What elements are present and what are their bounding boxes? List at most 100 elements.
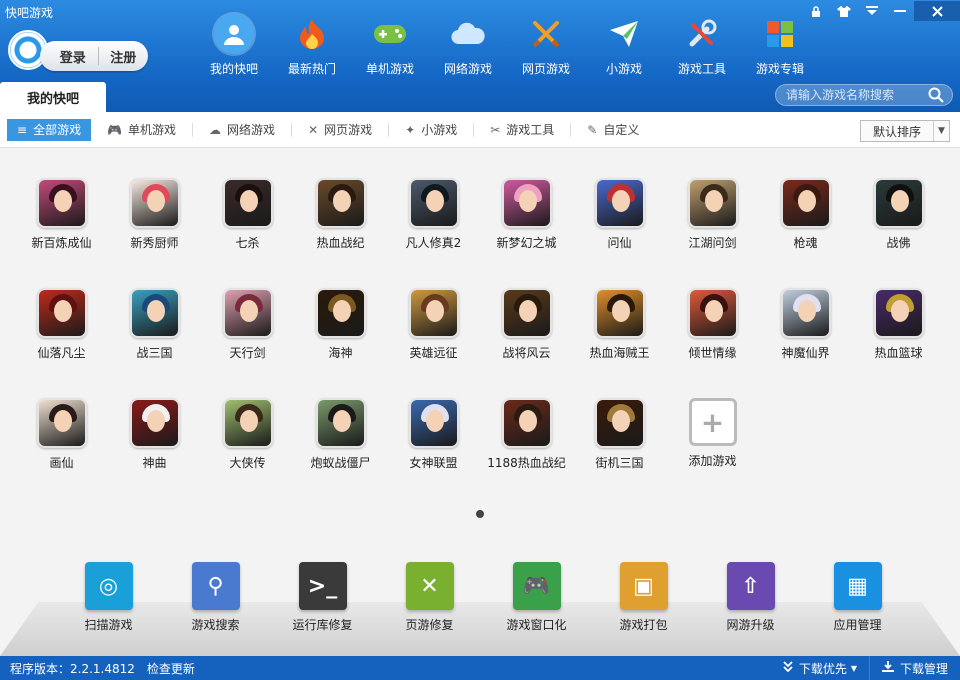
game-tile[interactable]: 神魔仙界 [759,288,852,398]
nav-my-kuaiba[interactable]: 我的快吧 [195,14,273,77]
nav-game-tools[interactable]: 游戏工具 [663,14,741,77]
game-tile[interactable]: 新秀厨师 [108,178,201,288]
download-manager-button[interactable]: 下载管理 [870,656,960,680]
plus-icon: + [688,398,737,446]
nav-label: 游戏工具 [677,62,726,76]
game-tile[interactable]: 战三国 [108,288,201,398]
game-tile[interactable]: 天行剑 [201,288,294,398]
game-tile[interactable]: 凡人修真2 [387,178,480,288]
game-tile[interactable]: 问仙 [573,178,666,288]
game-tile[interactable]: 女神联盟 [387,398,480,508]
filter-label: 网页游戏 [324,123,373,137]
cover-art [797,190,816,212]
game-name: 天行剑 [229,346,266,360]
search-icon[interactable] [928,87,944,106]
cover-art [518,410,537,432]
top-nav: 我的快吧 最新热门 单机游戏 网络游戏 网页游戏 小游戏 游戏工具 游戏专辑 [195,14,819,77]
filter-single-player[interactable]: 🎮 单机游戏 [97,119,186,141]
tool-apps-grid[interactable]: ▦ 应用管理 [804,562,911,633]
game-cover-icon [408,398,459,448]
game-tile[interactable]: 神曲 [108,398,201,508]
nav-hot[interactable]: 最新热门 [273,14,351,77]
minimize-icon[interactable] [886,1,914,21]
add-game-button[interactable]: + 添加游戏 [666,398,759,508]
filter-custom[interactable]: ✎ 自定义 [577,119,649,141]
crossed-swords-icon [526,14,566,54]
tool-globe-upgrade[interactable]: ⇧ 网游升级 [697,562,804,633]
filter-bar: ≡ 全部游戏 🎮 单机游戏 ☁ 网络游戏 ✕ 网页游戏 ✦ 小游戏 ✂ 游戏工具 ✎ 自定义 … [0,112,960,148]
tool-label: 游戏打包 [619,618,668,632]
login-button[interactable]: 登录 [40,47,98,66]
game-tile[interactable]: 热血战纪 [294,178,387,288]
filter-game-tools[interactable]: ✂ 游戏工具 [480,119,564,141]
game-tile[interactable]: 热血篮球 [852,288,945,398]
game-name: 大侠传 [229,456,266,470]
nav-mini-games[interactable]: 小游戏 [585,14,663,77]
game-cover-icon [222,398,273,448]
tab-my-kuaiba[interactable]: 我的快吧 [0,82,106,112]
game-tile[interactable]: 战佛 [852,178,945,288]
check-update-link[interactable]: 检查更新 [147,660,195,677]
filter-all-games[interactable]: ≡ 全部游戏 [7,118,92,141]
nav-game-albums[interactable]: 游戏专辑 [741,14,819,77]
game-tile[interactable]: 画仙 [15,398,108,508]
nav-web-games[interactable]: 网页游戏 [507,14,585,77]
status-actions: 下载优先 ▼ 下载管理 [771,656,960,680]
menu-icon[interactable] [858,1,886,21]
game-cover-icon [129,288,180,338]
tool-gamepad-window[interactable]: 🎮 游戏窗口化 [483,562,590,633]
game-name: 热血海贼王 [589,346,650,360]
tool-magnifier[interactable]: ⚲ 游戏搜索 [162,562,269,633]
tool-box[interactable]: ▣ 游戏打包 [590,562,697,633]
game-tile[interactable]: 江湖问剑 [666,178,759,288]
game-cover-icon [315,288,366,338]
download-icon [881,660,894,676]
game-tile[interactable]: 倾世情缘 [666,288,759,398]
window-controls [802,0,960,22]
game-tile[interactable]: 仙落凡尘 [15,288,108,398]
game-tile[interactable]: 热血海贼王 [573,288,666,398]
game-tile[interactable]: 枪魂 [759,178,852,288]
filter-web-games[interactable]: ✕ 网页游戏 [298,119,382,141]
game-tile[interactable]: 1188热血战纪 [480,398,573,508]
game-tile[interactable]: 七杀 [201,178,294,288]
game-name: 热血战纪 [316,236,365,250]
tool-crossed-swords[interactable]: ✕ 页游修复 [376,562,483,633]
cover-art [518,190,537,212]
tool-scan[interactable]: ◎ 扫描游戏 [55,562,162,633]
game-tile[interactable]: 战将风云 [480,288,573,398]
game-tile[interactable]: 海神 [294,288,387,398]
game-tile[interactable]: 大侠传 [201,398,294,508]
tool-terminal-wrench[interactable]: >_ 运行库修复 [269,562,376,633]
gamepad-window-icon: 🎮 [512,562,561,610]
game-tile[interactable]: 英雄远征 [387,288,480,398]
filter-mini-games[interactable]: ✦ 小游戏 [395,119,467,141]
register-button[interactable]: 注册 [99,47,149,66]
nav-single-player[interactable]: 单机游戏 [351,14,429,77]
sort-label: 默认排序 [872,124,921,139]
cover-art [146,300,165,322]
tool-label: 网游升级 [726,618,775,632]
cover-art [890,190,909,212]
close-icon[interactable] [914,1,960,21]
paper-plane-icon [604,14,644,54]
game-tile[interactable]: 街机三国 [573,398,666,508]
divider [192,122,194,137]
list-icon: ≡ [17,122,28,137]
game-tile[interactable]: 炮蚁战僵尸 [294,398,387,508]
filter-online-games[interactable]: ☁ 网络游戏 [199,119,285,141]
crossed-swords-icon: ✕ [405,562,454,610]
nav-online-games[interactable]: 网络游戏 [429,14,507,77]
page-indicator[interactable] [476,510,484,518]
sort-dropdown[interactable]: 默认排序 ▼ [860,120,950,142]
cover-art [332,410,351,432]
filter-label: 单机游戏 [128,123,177,137]
skin-icon[interactable] [830,1,858,21]
apps-grid-icon: ▦ [833,562,882,610]
game-tile[interactable]: 新梦幻之城 [480,178,573,288]
download-priority-button[interactable]: 下载优先 ▼ [771,656,869,680]
cloud-icon: ☁ [209,122,222,137]
game-tile[interactable]: 新百炼成仙 [15,178,108,288]
flame-icon [292,14,332,54]
search-input[interactable] [786,88,926,102]
